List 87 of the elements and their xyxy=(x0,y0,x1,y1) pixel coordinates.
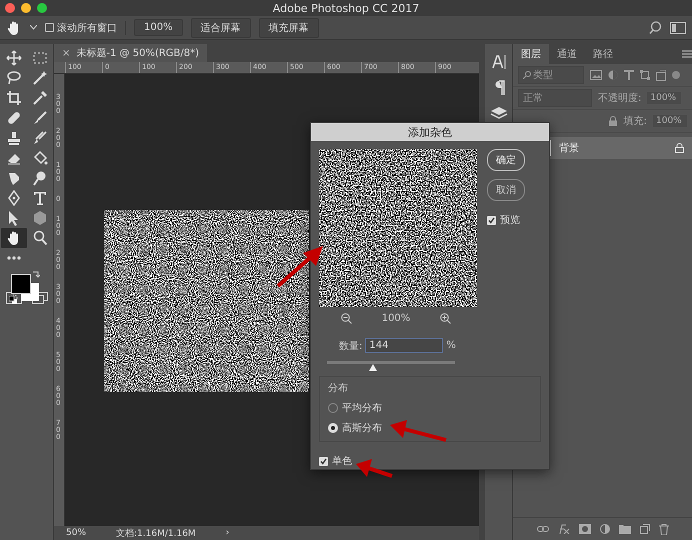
adjustment-filter-icon xyxy=(608,70,618,80)
annotation-arrow xyxy=(276,246,323,288)
zoom-in-icon xyxy=(440,313,451,324)
document-size: 文档:1.16M/1.16M xyxy=(116,528,196,540)
foreground-color-swatch[interactable] xyxy=(11,274,31,294)
preview-zoom-level: 100% xyxy=(382,313,410,324)
zoom-level: 50% xyxy=(66,528,86,538)
bucket-icon xyxy=(32,150,48,166)
search-icon xyxy=(523,71,531,79)
opacity-field[interactable]: 100% xyxy=(647,92,682,104)
preview-label: 预览 xyxy=(500,214,520,227)
blend-mode-dropdown[interactable]: 正常 xyxy=(518,89,592,107)
scroll-all-checkbox[interactable] xyxy=(45,23,54,32)
document-tab[interactable]: × 未标题-1 @ 50%(RGB/8*) xyxy=(54,44,208,62)
fill-label: 填充: xyxy=(624,114,647,128)
quick-mask-icon xyxy=(6,292,22,304)
dialog-title: 添加杂色 xyxy=(311,123,549,141)
tab-title: 未标题-1 @ 50%(RGB/8*) xyxy=(76,46,200,60)
fill-field[interactable]: 100% xyxy=(653,115,687,127)
image-filter-icon xyxy=(590,70,602,80)
zoom-window-button[interactable] xyxy=(37,3,47,13)
amount-field[interactable]: 144 xyxy=(365,338,444,353)
screen-mode-icon xyxy=(32,292,48,304)
caret-icon xyxy=(30,25,37,30)
crop-icon xyxy=(6,90,22,106)
zoom-option-button[interactable]: 适合屏幕 xyxy=(190,18,251,38)
zoom-option-button[interactable]: 100% xyxy=(134,19,183,36)
window-title: Adobe Photoshop CC 2017 xyxy=(272,2,420,14)
marquee-icon xyxy=(32,50,48,66)
filter-toggle-icon xyxy=(672,71,680,79)
zoom-out-icon xyxy=(341,313,352,324)
monochrome-label: 单色 xyxy=(332,454,352,468)
adjustment-icon xyxy=(600,524,610,534)
type-filter-icon xyxy=(624,70,634,80)
zoom-option-button[interactable]: 填充屏幕 xyxy=(258,18,319,38)
group-title: 分布 xyxy=(328,382,349,395)
status-menu-arrow[interactable]: › xyxy=(226,528,230,538)
panel-tab[interactable]: 图层 xyxy=(513,44,549,64)
opacity-label: 不透明度: xyxy=(598,92,642,105)
lock-icon xyxy=(608,116,618,126)
hand-tool-button[interactable] xyxy=(1,228,27,248)
layers-panel-icon xyxy=(490,106,508,120)
close-tab-button[interactable]: × xyxy=(62,48,70,58)
paragraph-panel-icon xyxy=(492,80,504,96)
panel-tab[interactable]: 通道 xyxy=(549,44,585,64)
folder-icon xyxy=(618,524,630,534)
annotation-arrow xyxy=(390,420,446,442)
move-icon xyxy=(6,50,22,66)
distribution-radio[interactable]: 平均分布 xyxy=(328,401,532,415)
annotation-arrow xyxy=(356,459,393,478)
monochrome-checkbox[interactable] xyxy=(319,456,328,466)
character-panel-icon xyxy=(490,54,506,70)
search-icon xyxy=(649,21,662,34)
amount-label: 数量: xyxy=(339,340,362,352)
eyedropper-icon xyxy=(32,90,48,106)
panel-tab[interactable]: 路径 xyxy=(585,44,621,64)
amount-unit: % xyxy=(446,340,456,351)
link-icon xyxy=(536,525,548,533)
filter-dropdown[interactable]: 类型 xyxy=(518,66,584,84)
stamp-icon xyxy=(6,130,22,146)
zoom-icon xyxy=(32,230,48,246)
mask-icon xyxy=(578,524,590,534)
effects-icon xyxy=(558,524,570,534)
cancel-button[interactable]: 取消 xyxy=(487,179,525,201)
hexagon-icon xyxy=(32,210,48,226)
type-icon xyxy=(32,190,48,206)
minimize-window-button[interactable] xyxy=(21,3,31,13)
preview-checkbox[interactable] xyxy=(487,216,496,224)
dodge-icon xyxy=(32,170,48,186)
trash-icon xyxy=(658,524,668,534)
pen-icon xyxy=(6,190,22,206)
history-icon xyxy=(32,130,48,146)
default-colors-icon xyxy=(9,296,17,304)
shape-filter-icon xyxy=(640,70,650,80)
background-color-swatch[interactable] xyxy=(21,283,39,301)
wand-icon xyxy=(32,70,48,86)
brush-icon xyxy=(32,110,48,126)
ok-button[interactable]: 确定 xyxy=(487,149,525,171)
layer-name: 背景 xyxy=(559,142,580,155)
checkbox-label: 滚动所有窗口 xyxy=(57,22,117,34)
smart-object-filter-icon xyxy=(656,70,666,80)
new-layer-icon xyxy=(640,524,650,534)
smudge-icon xyxy=(6,170,22,186)
close-window-button[interactable] xyxy=(5,3,15,13)
lasso-icon xyxy=(6,70,22,86)
workspace-icon xyxy=(670,22,686,34)
swap-arrow-icon xyxy=(32,270,40,278)
